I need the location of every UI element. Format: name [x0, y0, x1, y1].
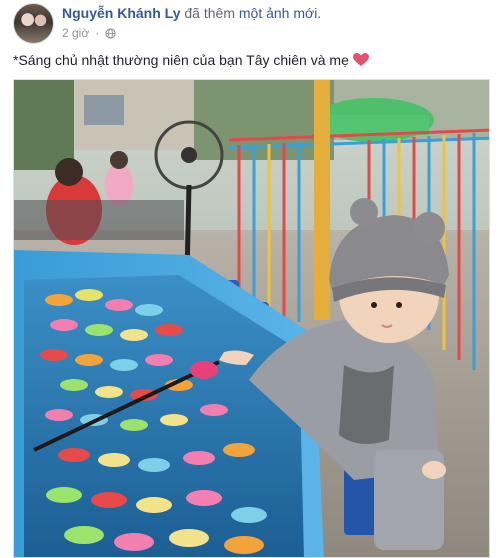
- post-caption: *Sáng chủ nhật thường niên của bạn Tây c…: [13, 52, 369, 68]
- action-text: đã thêm: [184, 5, 235, 21]
- action-object-link[interactable]: một ảnh mới.: [239, 5, 321, 21]
- post-photo[interactable]: [13, 79, 490, 558]
- avatar[interactable]: [13, 3, 54, 44]
- globe-icon[interactable]: [105, 27, 116, 39]
- separator-dot: ·: [95, 26, 100, 40]
- photo-illustration: [14, 80, 489, 557]
- timestamp-link[interactable]: 2 giờ: [62, 26, 89, 40]
- facebook-post: Nguyễn Khánh Ly đã thêm một ảnh mới. 2 g…: [0, 0, 501, 558]
- post-header: Nguyễn Khánh Ly đã thêm một ảnh mới.: [62, 5, 321, 21]
- post-meta: 2 giờ ·: [62, 26, 116, 40]
- author-name-link[interactable]: Nguyễn Khánh Ly: [62, 5, 181, 21]
- caption-text: *Sáng chủ nhật thường niên của bạn Tây c…: [13, 52, 349, 68]
- heart-icon: [352, 53, 369, 66]
